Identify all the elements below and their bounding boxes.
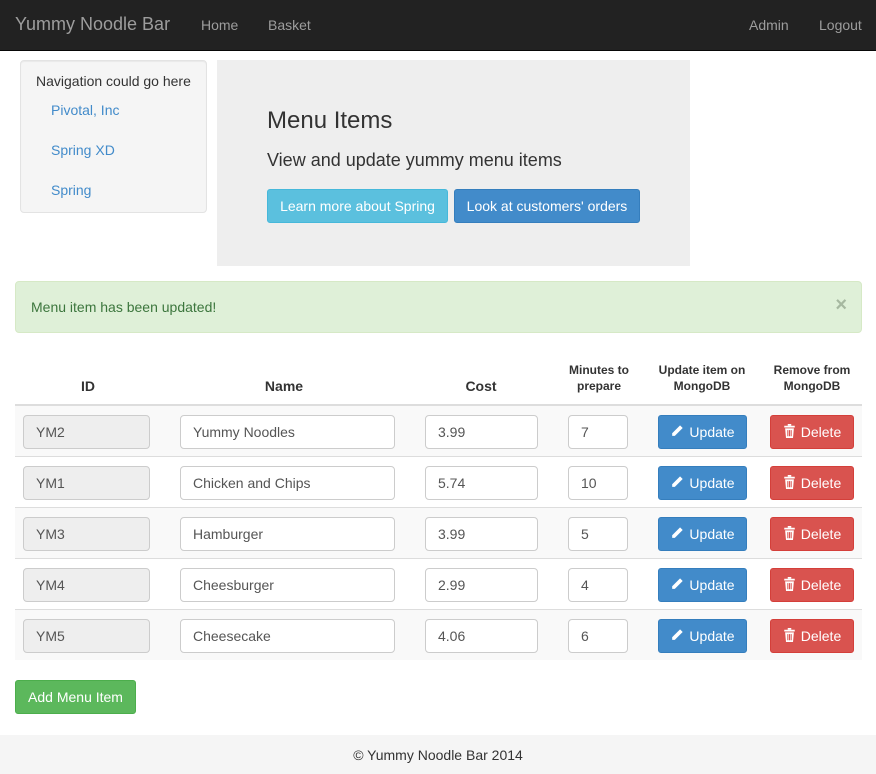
navbar: Yummy Noodle Bar Home Basket Admin Logou… (0, 0, 876, 51)
update-label: Update (689, 424, 735, 440)
name-field[interactable]: Hamburger (180, 517, 395, 551)
id-field: YM4 (23, 568, 150, 602)
pencil-icon (670, 526, 684, 543)
header-cost: Cost (465, 378, 497, 394)
table-row: YM2 Yummy Noodles 3.99 7 Update Delete (15, 405, 862, 456)
add-menu-item-button[interactable]: Add Menu Item (15, 680, 136, 714)
delete-button[interactable]: Delete (770, 568, 854, 602)
header-minutes-line1: Minutes to (569, 363, 629, 377)
header-remove-line2: MongoDB (783, 379, 841, 393)
delete-label: Delete (800, 424, 842, 440)
trash-icon (783, 576, 796, 594)
trash-icon (783, 474, 796, 492)
pencil-icon (670, 475, 684, 492)
page-subtitle: View and update yummy menu items (267, 150, 562, 170)
id-field: YM1 (23, 466, 150, 500)
alert-message: Menu item has been updated! (31, 299, 217, 315)
minutes-field[interactable]: 10 (568, 466, 628, 500)
sidebar-title: Navigation could go here (36, 73, 191, 89)
delete-label: Delete (800, 577, 842, 593)
footer-text: © Yummy Noodle Bar 2014 (353, 746, 523, 763)
trash-icon (783, 423, 796, 441)
table-row: YM4 Cheesburger 2.99 4 Update Delete (15, 558, 862, 609)
learn-spring-button[interactable]: Learn more about Spring (267, 189, 448, 223)
delete-button[interactable]: Delete (770, 517, 854, 551)
id-field: YM2 (23, 415, 150, 449)
sidebar-link-pivotal[interactable]: Pivotal, Inc (51, 102, 119, 118)
name-field[interactable]: Cheesecake (180, 619, 395, 653)
pencil-icon (670, 424, 684, 441)
page-title: Menu Items (267, 107, 393, 134)
trash-icon (783, 627, 796, 645)
update-button[interactable]: Update (658, 466, 747, 500)
delete-label: Delete (800, 526, 842, 542)
update-label: Update (689, 628, 735, 644)
header-minutes-line2: prepare (576, 379, 622, 393)
table-header: ID Name Cost Minutes to prepare Update i… (15, 355, 862, 406)
update-button[interactable]: Update (658, 568, 747, 602)
table-row: YM5 Cheesecake 4.06 6 Update Delete (15, 609, 862, 660)
table-row: YM3 Hamburger 3.99 5 Update Delete (15, 507, 862, 558)
id-field: YM5 (23, 619, 150, 653)
update-button[interactable]: Update (658, 517, 747, 551)
name-field[interactable]: Cheesburger (180, 568, 395, 602)
sidebar: Navigation could go here Pivotal, Inc Sp… (20, 60, 207, 213)
pencil-icon (670, 577, 684, 594)
close-icon[interactable]: × (835, 295, 847, 315)
id-field: YM3 (23, 517, 150, 551)
header-update: Update item on MongoDB (647, 362, 757, 394)
header-remove-line1: Remove from (773, 363, 851, 377)
delete-label: Delete (800, 628, 842, 644)
update-button[interactable]: Update (658, 619, 747, 653)
trash-icon (783, 525, 796, 543)
header-update-line2: MongoDB (673, 379, 731, 393)
update-label: Update (689, 577, 735, 593)
minutes-field[interactable]: 6 (568, 619, 628, 653)
nav-admin-link[interactable]: Admin (749, 17, 789, 33)
delete-button[interactable]: Delete (770, 415, 854, 449)
update-button[interactable]: Update (658, 415, 747, 449)
minutes-field[interactable]: 7 (568, 415, 628, 449)
nav-basket-link[interactable]: Basket (268, 17, 311, 33)
nav-logout-link[interactable]: Logout (819, 17, 862, 33)
cost-field[interactable]: 5.74 (425, 466, 538, 500)
update-label: Update (689, 526, 735, 542)
header-update-line1: Update item on (658, 363, 746, 377)
pencil-icon (670, 628, 684, 645)
table-row: YM1 Chicken and Chips 5.74 10 Update Delete (15, 456, 862, 507)
success-alert: Menu item has been updated! × (15, 281, 862, 333)
minutes-field[interactable]: 4 (568, 568, 628, 602)
sidebar-link-spring[interactable]: Spring (51, 182, 91, 198)
delete-label: Delete (800, 475, 842, 491)
header-minutes: Minutes to prepare (555, 362, 643, 394)
header-id: ID (81, 378, 95, 394)
minutes-field[interactable]: 5 (568, 517, 628, 551)
footer: © Yummy Noodle Bar 2014 (0, 735, 876, 774)
update-label: Update (689, 475, 735, 491)
delete-button[interactable]: Delete (770, 619, 854, 653)
name-field[interactable]: Chicken and Chips (180, 466, 395, 500)
cost-field[interactable]: 4.06 (425, 619, 538, 653)
header-remove: Remove from MongoDB (763, 362, 861, 394)
sidebar-link-spring-xd[interactable]: Spring XD (51, 142, 115, 158)
cost-field[interactable]: 3.99 (425, 517, 538, 551)
brand-link[interactable]: Yummy Noodle Bar (15, 14, 170, 35)
cost-field[interactable]: 3.99 (425, 415, 538, 449)
delete-button[interactable]: Delete (770, 466, 854, 500)
header-name: Name (264, 378, 304, 394)
name-field[interactable]: Yummy Noodles (180, 415, 395, 449)
nav-home-link[interactable]: Home (201, 17, 238, 33)
customer-orders-button[interactable]: Look at customers' orders (454, 189, 640, 223)
cost-field[interactable]: 2.99 (425, 568, 538, 602)
jumbotron: Menu Items View and update yummy menu it… (217, 60, 690, 266)
